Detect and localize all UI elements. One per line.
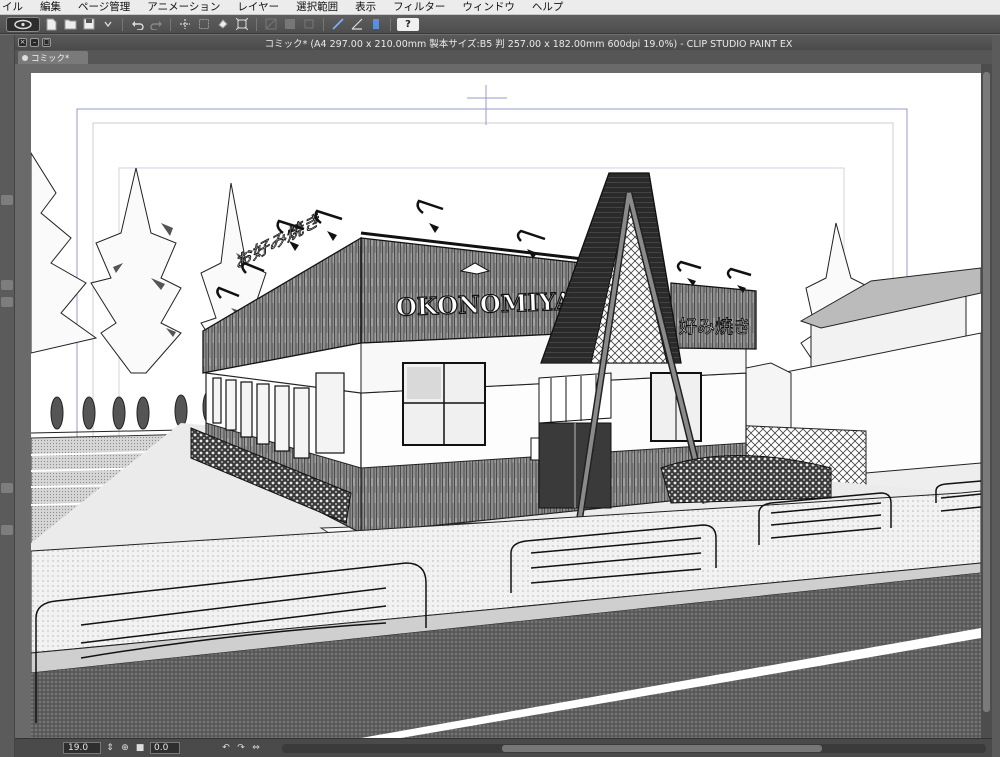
menu-filter[interactable]: フィルター xyxy=(385,0,454,15)
open-file-icon[interactable] xyxy=(62,17,78,32)
convert-icon[interactable] xyxy=(301,17,317,32)
right-dock xyxy=(992,35,1000,757)
fill-icon[interactable] xyxy=(215,17,231,32)
document-title-bar: × – ▢ コミック* (A4 297.00 x 210.00mm 製本サイズ:… xyxy=(15,35,992,50)
undo-icon[interactable] xyxy=(129,17,145,32)
new-file-icon[interactable] xyxy=(43,17,59,32)
menu-help[interactable]: ヘルプ xyxy=(524,0,573,15)
toolbar-divider xyxy=(256,17,257,31)
zoom-stepper-icon[interactable]: ⇕ xyxy=(104,742,116,754)
canvas-area[interactable]: OKONOMIYAKI お好み焼き 好み焼き xyxy=(15,64,981,738)
menu-layer[interactable]: レイヤー xyxy=(229,0,288,15)
vertical-scroll-thumb[interactable] xyxy=(983,72,990,712)
minimize-window-button[interactable]: – xyxy=(30,38,39,47)
clear-icon[interactable] xyxy=(263,17,279,32)
dock-handle[interactable] xyxy=(1,525,13,535)
zoom-in-icon[interactable]: ⊕ xyxy=(119,742,131,754)
horizontal-scrollbar[interactable] xyxy=(282,743,986,753)
zoom-fit-icon[interactable] xyxy=(234,17,250,32)
document-tab[interactable]: コミック* xyxy=(18,51,88,64)
document-tab-label: コミック* xyxy=(31,53,70,64)
paper: OKONOMIYAKI お好み焼き 好み焼き xyxy=(30,73,981,738)
document-tab-strip: コミック* xyxy=(15,50,992,64)
manga-illustration: OKONOMIYAKI お好み焼き 好み焼き xyxy=(30,85,981,738)
window-title: コミック* (A4 297.00 x 210.00mm 製本サイズ:B5 判 2… xyxy=(264,38,793,50)
menu-window[interactable]: ウィンドウ xyxy=(454,0,524,15)
zoom-field[interactable]: 19.0 xyxy=(63,742,101,754)
menu-view[interactable]: 表示 xyxy=(347,0,385,15)
fill-layer-icon[interactable] xyxy=(282,17,298,32)
rotate-right-icon[interactable]: ↷ xyxy=(235,742,247,754)
toolbar-divider xyxy=(323,17,324,31)
tab-close-icon[interactable] xyxy=(22,54,28,61)
snap-ruler-icon[interactable] xyxy=(330,17,346,32)
toolbar-divider xyxy=(122,17,123,31)
select-all-icon[interactable] xyxy=(196,17,212,32)
app-window: イル 編集 ページ管理 アニメーション レイヤー 選択範囲 表示 フィルター ウ… xyxy=(0,0,1000,757)
menu-bar: イル 編集 ページ管理 アニメーション レイヤー 選択範囲 表示 フィルター ウ… xyxy=(0,0,1000,15)
menu-edit[interactable]: 編集 xyxy=(32,0,70,15)
status-bar: 19.0 ⇕ ⊕ ■ 0.0 ↶ ↷ ⇔ xyxy=(15,738,992,757)
vertical-scrollbar[interactable] xyxy=(981,64,992,738)
menu-file[interactable]: イル xyxy=(0,0,32,15)
app-logo-icon[interactable] xyxy=(6,16,40,32)
save-as-icon[interactable] xyxy=(100,17,116,32)
snap-grid-icon[interactable] xyxy=(349,17,365,32)
fit-icon[interactable]: ■ xyxy=(134,742,146,754)
close-window-button[interactable]: × xyxy=(18,38,27,47)
horizontal-scroll-thumb[interactable] xyxy=(502,744,822,752)
dock-handle[interactable] xyxy=(1,280,13,290)
rotation-field[interactable]: 0.0 xyxy=(150,742,180,754)
menu-animation[interactable]: アニメーション xyxy=(139,0,229,15)
left-dock xyxy=(0,35,15,757)
command-bar: ? xyxy=(0,15,1000,34)
dock-handle[interactable] xyxy=(1,483,13,493)
rotate-left-icon[interactable]: ↶ xyxy=(220,742,232,754)
snap-special-icon[interactable] xyxy=(368,17,384,32)
dock-handle[interactable] xyxy=(1,297,13,307)
maximize-window-button[interactable]: ▢ xyxy=(42,38,51,47)
help-button[interactable]: ? xyxy=(397,17,419,31)
toolbar-divider xyxy=(170,17,171,31)
dock-handle[interactable] xyxy=(1,195,13,205)
menu-selection[interactable]: 選択範囲 xyxy=(288,0,347,15)
sign-right-japanese: 好み焼き xyxy=(679,317,751,338)
menu-page-management[interactable]: ページ管理 xyxy=(70,0,139,15)
redo-icon[interactable] xyxy=(148,17,164,32)
flip-icon[interactable]: ⇔ xyxy=(250,742,262,754)
transform-icon[interactable] xyxy=(177,17,193,32)
save-icon[interactable] xyxy=(81,17,97,32)
toolbar-divider xyxy=(390,17,391,31)
